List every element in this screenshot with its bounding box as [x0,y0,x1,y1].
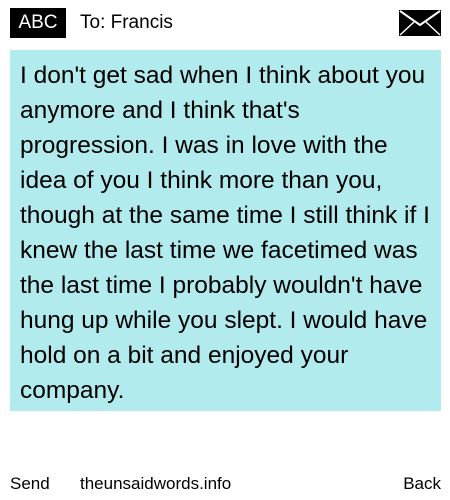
compose-header: ABC To: Francis [0,0,450,44]
envelope-icon [399,10,441,36]
softkey-bar: Send theunsaidwords.info Back [0,470,450,498]
recipient-label: To: Francis [80,12,173,33]
message-text: I don't get sad when I think about you a… [20,62,430,404]
site-label: theunsaidwords.info [80,474,232,493]
send-button[interactable]: Send [10,470,50,498]
input-mode-badge: ABC [10,8,66,38]
back-button[interactable]: Back [403,470,441,498]
message-body[interactable]: I don't get sad when I think about you a… [10,50,441,411]
